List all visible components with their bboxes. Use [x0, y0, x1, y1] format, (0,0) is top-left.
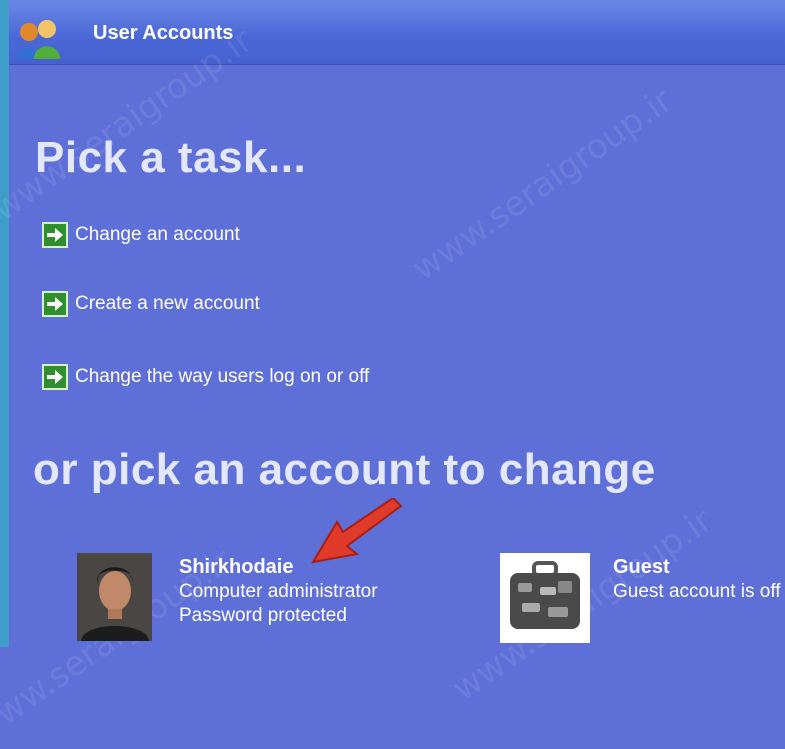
window-title: User Accounts	[93, 22, 234, 44]
window-frame-left	[0, 0, 9, 647]
account-status: Password protected	[179, 605, 347, 626]
account-shirkhodaie[interactable]: Shirkhodaie Computer administrator Passw…	[77, 553, 407, 647]
account-guest[interactable]: Guest Guest account is off	[500, 553, 785, 647]
suitcase-icon	[500, 553, 590, 643]
task-label: Create a new account	[75, 293, 260, 314]
pick-account-heading: or pick an account to change	[33, 445, 656, 494]
task-label: Change an account	[75, 224, 240, 245]
account-name: Shirkhodaie	[179, 556, 294, 578]
account-status: Guest account is off	[613, 581, 781, 602]
green-arrow-icon	[42, 222, 68, 248]
user-photo-avatar	[77, 553, 152, 641]
task-pane: www.seraigroup.ir www.seraigroup.ir www.…	[0, 21, 785, 749]
account-name: Guest	[613, 556, 670, 578]
task-change-logon[interactable]: Change the way users log on or off	[42, 362, 369, 392]
pick-task-heading: Pick a task...	[35, 133, 307, 182]
watermark: www.seraigroup.ir	[405, 80, 680, 290]
user-accounts-icon	[17, 20, 60, 59]
task-change-account[interactable]: Change an account	[42, 220, 240, 250]
green-arrow-icon	[42, 291, 68, 317]
account-type: Computer administrator	[179, 581, 378, 602]
task-create-account[interactable]: Create a new account	[42, 289, 260, 319]
title-bar: User Accounts	[9, 0, 785, 65]
task-label: Change the way users log on or off	[75, 366, 370, 387]
green-arrow-icon	[42, 364, 68, 390]
